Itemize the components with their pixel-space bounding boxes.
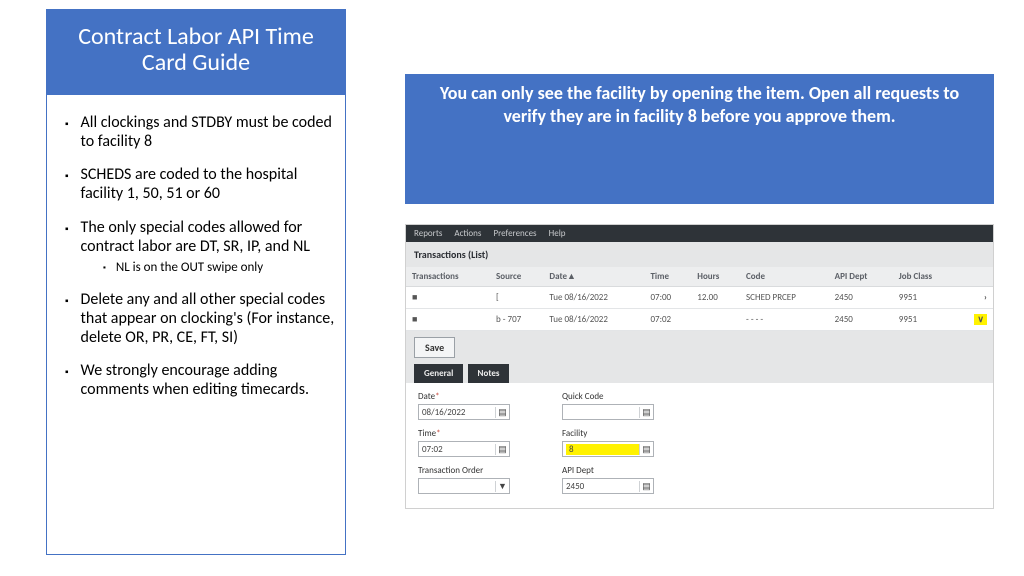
time-field-group: Time* 07:02▤ — [418, 428, 538, 457]
left-panel: Contract Labor API Time Card Guide ▪All … — [46, 9, 346, 555]
sub-bullet-1: ▪NL is on the OUT swipe only — [47, 260, 339, 276]
quickcode-input[interactable]: ▤ — [562, 404, 654, 420]
save-button[interactable]: Save — [414, 337, 455, 358]
bullet-4-text: Delete any and all other special codes t… — [81, 290, 339, 348]
th-time[interactable]: Time — [644, 267, 691, 287]
menu-preferences[interactable]: Preferences — [493, 228, 536, 239]
th-source[interactable]: Source — [490, 267, 543, 287]
facility-input[interactable]: 8▤ — [562, 441, 654, 457]
table-row[interactable]: ■ b - 707 Tue 08/16/2022 07:02 - - - - 2… — [406, 309, 993, 331]
row-source: [ — [490, 287, 543, 309]
menu-actions[interactable]: Actions — [454, 228, 481, 239]
table-header-row: Transactions Source Date▲ Time Hours Cod… — [406, 267, 993, 287]
transactions-title: Transactions (List) — [406, 242, 993, 267]
date-label: Date* — [418, 391, 538, 402]
time-input[interactable]: 07:02▤ — [418, 441, 510, 457]
bullet-5: ▪We strongly encourage adding comments w… — [47, 361, 339, 399]
bullet-3: ▪The only special codes allowed for cont… — [47, 218, 339, 256]
row-source: b - 707 — [490, 309, 543, 331]
row-hours: 12.00 — [691, 287, 740, 309]
th-jobclass[interactable]: Job Class — [893, 267, 958, 287]
right-instruction: You can only see the facility by opening… — [405, 74, 994, 204]
expand-row-icon[interactable]: › — [958, 287, 993, 309]
row-time: 07:00 — [644, 287, 691, 309]
app-menu-bar: Reports Actions Preferences Help — [406, 225, 993, 242]
row-date: Tue 08/16/2022 — [543, 287, 644, 309]
bullet-2-text: SCHEDS are coded to the hospital facilit… — [81, 165, 339, 203]
table-row[interactable]: ■ [ Tue 08/16/2022 07:00 12.00 SCHED PRC… — [406, 287, 993, 309]
date-field-group: Date* 08/16/2022▤ — [418, 391, 538, 420]
row-time: 07:02 — [644, 309, 691, 331]
row-icon: ■ — [406, 309, 490, 331]
th-code[interactable]: Code — [740, 267, 829, 287]
row-job: 9951 — [893, 287, 958, 309]
row-job: 9951 — [893, 309, 958, 331]
menu-help[interactable]: Help — [549, 228, 566, 239]
th-transactions[interactable]: Transactions — [406, 267, 490, 287]
app-screenshot: Reports Actions Preferences Help Transac… — [405, 224, 994, 509]
bullet-5-text: We strongly encourage adding comments wh… — [81, 361, 339, 399]
facility-label: Facility — [562, 428, 682, 439]
chevron-down-icon[interactable]: ▼ — [495, 481, 509, 492]
sub-bullet-1-text: NL is on the OUT swipe only — [116, 260, 263, 276]
expand-row-icon[interactable]: ∨ — [958, 309, 993, 331]
th-hours[interactable]: Hours — [691, 267, 740, 287]
apidept-label: API Dept — [562, 465, 682, 476]
transaction-order-field-group: Transaction Order ▼ — [418, 465, 538, 494]
th-date[interactable]: Date▲ — [543, 267, 644, 287]
date-input[interactable]: 08/16/2022▤ — [418, 404, 510, 420]
bullet-1-text: All clockings and STDBY must be coded to… — [81, 113, 339, 151]
lookup-icon[interactable]: ▤ — [639, 481, 653, 492]
apidept-input[interactable]: 2450▤ — [562, 478, 654, 494]
transaction-order-label: Transaction Order — [418, 465, 538, 476]
transaction-order-input[interactable]: ▼ — [418, 478, 510, 494]
tab-notes[interactable]: Notes — [468, 364, 510, 383]
row-date: Tue 08/16/2022 — [543, 309, 644, 331]
bullet-4: ▪Delete any and all other special codes … — [47, 290, 339, 348]
lookup-icon[interactable]: ▤ — [639, 444, 653, 455]
menu-reports[interactable]: Reports — [414, 228, 442, 239]
detail-form: Date* 08/16/2022▤ Quick Code ▤ Time* 07:… — [406, 383, 993, 508]
lookup-icon[interactable]: ▤ — [495, 444, 509, 455]
quickcode-label: Quick Code — [562, 391, 682, 402]
row-icon: ■ — [406, 287, 490, 309]
row-code: SCHED PRCEP — [740, 287, 829, 309]
calendar-icon[interactable]: ▤ — [495, 407, 509, 418]
th-dept[interactable]: API Dept — [829, 267, 893, 287]
lookup-icon[interactable]: ▤ — [639, 407, 653, 418]
left-bullets: ▪All clockings and STDBY must be coded t… — [47, 95, 345, 420]
time-label: Time* — [418, 428, 538, 439]
quickcode-field-group: Quick Code ▤ — [562, 391, 682, 420]
left-title: Contract Labor API Time Card Guide — [47, 10, 345, 95]
facility-field-group: Facility 8▤ — [562, 428, 682, 457]
bullet-2: ▪SCHEDS are coded to the hospital facili… — [47, 165, 339, 203]
row-hours — [691, 309, 740, 331]
row-code: - - - - — [740, 309, 829, 331]
sort-asc-icon: ▲ — [567, 271, 576, 282]
apidept-field-group: API Dept 2450▤ — [562, 465, 682, 494]
bullet-3-text: The only special codes allowed for contr… — [81, 218, 339, 256]
row-dept: 2450 — [829, 309, 893, 331]
detail-tabs: General Notes — [406, 364, 993, 383]
bullet-1: ▪All clockings and STDBY must be coded t… — [47, 113, 339, 151]
tab-general[interactable]: General — [414, 364, 463, 383]
row-dept: 2450 — [829, 287, 893, 309]
transactions-table: Transactions Source Date▲ Time Hours Cod… — [406, 267, 993, 331]
